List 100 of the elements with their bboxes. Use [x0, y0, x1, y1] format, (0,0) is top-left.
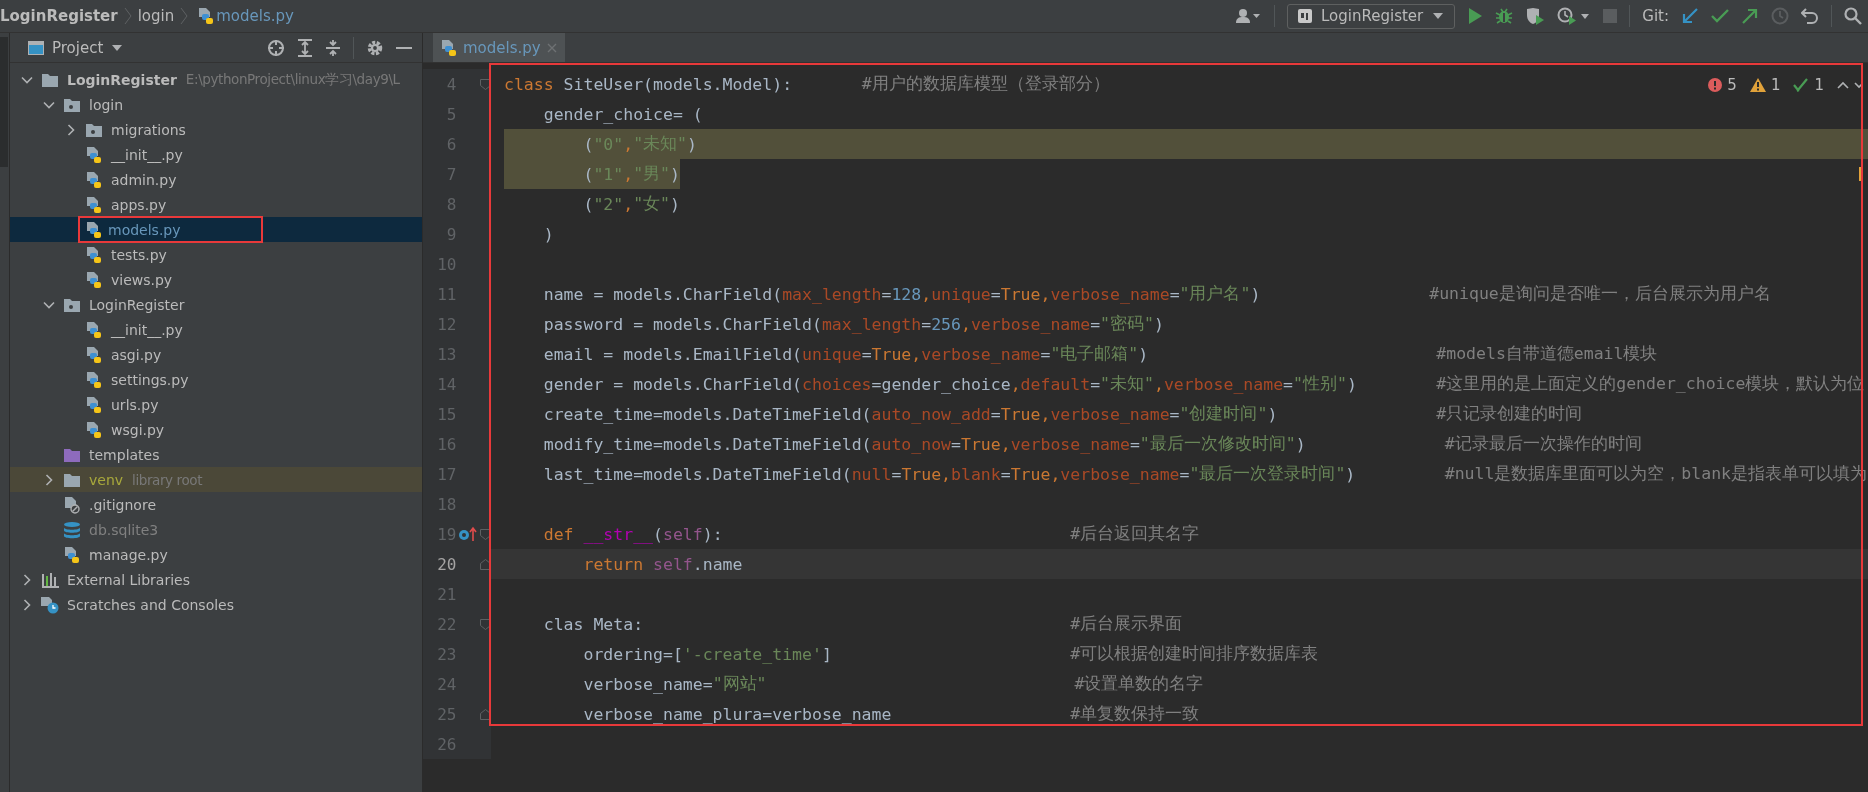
breadcrumb[interactable]: LoginRegister [0, 7, 118, 25]
run-icon[interactable] [1467, 7, 1484, 25]
tree-label: __init__.py [111, 321, 183, 338]
override-marker-icon[interactable] [458, 526, 479, 542]
folder-icon [63, 96, 81, 113]
tree-label: migrations [111, 121, 186, 138]
tree-label: apps.py [111, 196, 167, 213]
tree-label: urls.py [111, 396, 159, 413]
code-line: verbose_name_plura=verbose_name #单复数保持一致 [582, 703, 1200, 726]
tree-label: tests.py [111, 246, 167, 263]
commit-check-icon[interactable] [1711, 8, 1729, 24]
chevron-right-icon[interactable] [43, 473, 55, 486]
code-line: ("2","女") [582, 193, 680, 216]
tree-label: db.sqlite3 [89, 521, 159, 538]
python-file-icon [64, 545, 80, 564]
tree-item[interactable]: migrations [10, 117, 422, 142]
coverage-icon[interactable] [1525, 7, 1546, 25]
python-file-icon [86, 245, 102, 264]
profiler-icon[interactable] [1557, 7, 1592, 25]
tree-item[interactable]: manage.py [10, 542, 422, 567]
tree-label: manage.py [89, 546, 168, 563]
panel-title[interactable]: Project [52, 38, 104, 57]
fold-start-icon[interactable] [480, 78, 491, 90]
python-file-icon [86, 145, 102, 164]
update-arrow-icon[interactable] [1681, 7, 1699, 25]
tree-item[interactable]: templates [10, 442, 422, 467]
tree-item[interactable]: asgi.py [10, 342, 422, 367]
run-configuration-dropdown[interactable]: LoginRegister [1287, 3, 1456, 29]
push-arrow-icon[interactable] [1741, 7, 1759, 25]
chevron-right-icon[interactable] [21, 598, 33, 611]
code-line: modify_time=models.DateTimeField(auto_now=True,verbose_name="最后一次修改时间") #记录最后一次操作的时间 [542, 433, 1642, 456]
error-icon[interactable] [1708, 78, 1723, 92]
tree-item[interactable]: LoginRegister [10, 292, 422, 317]
python-file-icon [86, 320, 102, 339]
warning-icon[interactable] [1749, 78, 1766, 92]
weak-warning-count: 1 [1814, 76, 1824, 94]
breadcrumb-separator-icon [123, 6, 132, 26]
rollback-icon[interactable] [1801, 7, 1819, 25]
window-icon [28, 40, 44, 55]
code-line: class SiteUser(models.Model): #用户的数据库模型（登录部分） [504, 73, 1110, 96]
tree-label: views.py [111, 271, 173, 288]
folder-icon [63, 296, 81, 313]
code-line: ordering=['-create_time'] #可以根据创建时间排序数据库表 [582, 643, 1319, 666]
breadcrumb[interactable]: login [137, 7, 175, 25]
chevron-right-icon[interactable] [65, 123, 77, 136]
vcs-label: Git: [1642, 7, 1669, 25]
tree-item[interactable]: tests.py [10, 242, 422, 267]
crosshair-icon[interactable] [267, 38, 285, 57]
chevron-up-icon[interactable] [1837, 81, 1849, 89]
tree-label: asgi.py [111, 346, 162, 363]
python-file-icon [86, 345, 102, 364]
search-icon[interactable] [1844, 7, 1862, 25]
tree-item[interactable]: wsgi.py [10, 417, 422, 442]
python-file-icon [86, 420, 102, 439]
chevron-down-icon[interactable] [1854, 81, 1862, 89]
settings-icon[interactable] [366, 38, 384, 57]
chevron-right-icon[interactable] [21, 573, 33, 586]
tree-note: library root [132, 471, 203, 488]
tree-item[interactable]: admin.py [10, 167, 422, 192]
caret-icon [1432, 12, 1445, 20]
tree-item[interactable]: urls.py [10, 392, 422, 417]
bug-icon[interactable] [1495, 7, 1514, 25]
fold-end-icon[interactable] [480, 558, 491, 570]
expand-all-icon[interactable] [297, 38, 313, 57]
tree-label: External Libraries [67, 571, 190, 588]
tree-item[interactable]: venv library root [10, 467, 422, 492]
tree-label: LoginRegister [67, 71, 177, 88]
tree-item[interactable]: login [10, 92, 422, 117]
tree-item[interactable]: __init__.py [10, 142, 422, 167]
code-line: gender_choice= ( [542, 103, 703, 126]
tree-label: Scratches and Consoles [67, 596, 234, 613]
tree-item[interactable]: Scratches and Consoles [10, 592, 422, 617]
folder-icon [63, 471, 81, 488]
python-file-icon [86, 270, 102, 289]
tree-item[interactable]: views.py [10, 267, 422, 292]
code-line: verbose_name="网站" #设置单数的名字 [582, 673, 1204, 696]
double-check-icon[interactable] [1793, 78, 1810, 92]
tree-item[interactable]: External Libraries [10, 567, 422, 592]
tree-item[interactable]: .gitignore [10, 492, 422, 517]
tree-item[interactable]: __init__.py [10, 317, 422, 342]
tree-label: login [89, 96, 124, 113]
tree-label: venv [89, 471, 124, 488]
python-file-icon [86, 220, 102, 239]
collapse-all-icon[interactable] [325, 38, 341, 57]
caret-icon[interactable] [111, 43, 124, 52]
tree-label: admin.py [111, 171, 177, 188]
tree-item[interactable]: models.py [10, 217, 422, 242]
python-file-icon [86, 170, 102, 189]
code-line: clas Meta: #后台展示界面 [542, 613, 1183, 636]
scratch-clock-icon [40, 595, 60, 614]
fold-end-icon[interactable] [480, 708, 491, 720]
fold-start-icon[interactable] [480, 528, 491, 540]
tree-item[interactable]: settings.py [10, 367, 422, 392]
user-icon[interactable] [1236, 8, 1263, 24]
fold-start-icon[interactable] [480, 618, 491, 630]
tree-label: LoginRegister [89, 296, 185, 313]
code-line: ) [542, 223, 554, 246]
tree-item[interactable]: apps.py [10, 192, 422, 217]
breadcrumb-separator-icon [180, 6, 189, 26]
breadcrumb[interactable]: models.py [216, 7, 294, 25]
